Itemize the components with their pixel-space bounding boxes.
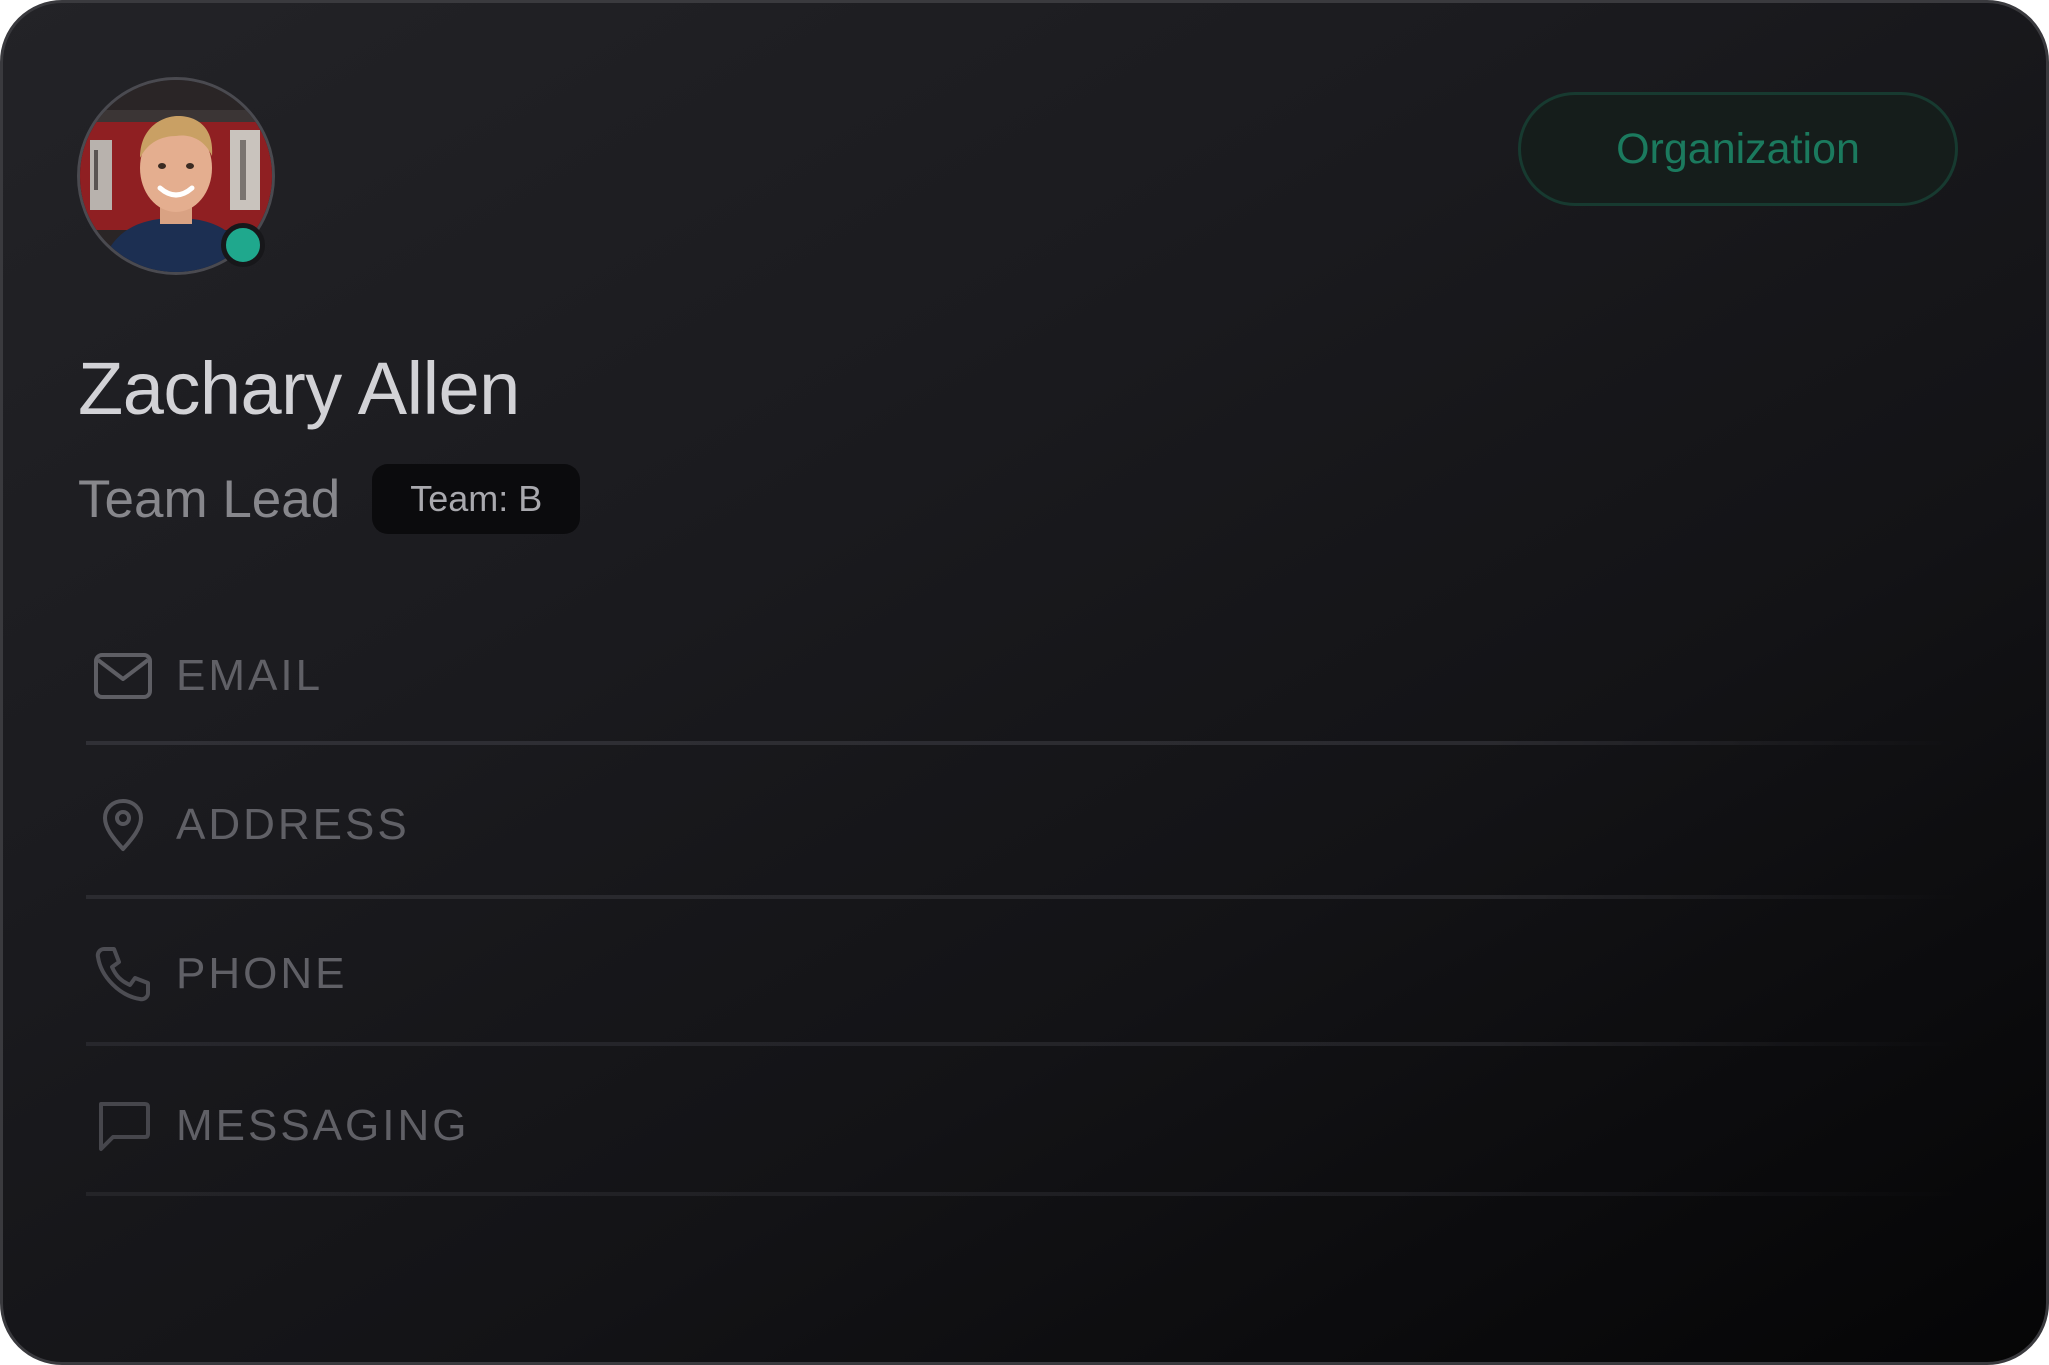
- address-field[interactable]: ADDRESS: [86, 788, 1956, 862]
- mail-icon: [86, 639, 160, 713]
- phone-label: PHONE: [176, 949, 348, 998]
- profile-role: Team Lead: [78, 469, 341, 529]
- divider: [86, 895, 1956, 899]
- divider: [86, 1042, 1956, 1046]
- organization-button-label: Organization: [1616, 124, 1860, 173]
- online-status-indicator: [221, 223, 265, 267]
- divider: [86, 741, 1956, 745]
- message-icon: [86, 1089, 160, 1163]
- avatar-container[interactable]: [77, 77, 275, 275]
- phone-icon: [86, 937, 160, 1011]
- phone-field[interactable]: PHONE: [86, 937, 1956, 1011]
- messaging-field[interactable]: MESSAGING: [86, 1089, 1956, 1163]
- email-field[interactable]: EMAIL: [86, 639, 1956, 713]
- email-label: EMAIL: [176, 651, 324, 700]
- address-label: ADDRESS: [176, 800, 410, 849]
- profile-name: Zachary Allen: [78, 347, 520, 430]
- divider: [86, 1192, 1956, 1196]
- map-pin-icon: [86, 788, 160, 862]
- messaging-label: MESSAGING: [176, 1101, 470, 1150]
- profile-card: Organization Zachary Allen Team Lead Tea…: [0, 0, 2049, 1365]
- organization-button[interactable]: Organization: [1518, 92, 1958, 206]
- team-badge: Team: B: [372, 464, 581, 534]
- role-row: Team Lead Team: B: [78, 463, 581, 535]
